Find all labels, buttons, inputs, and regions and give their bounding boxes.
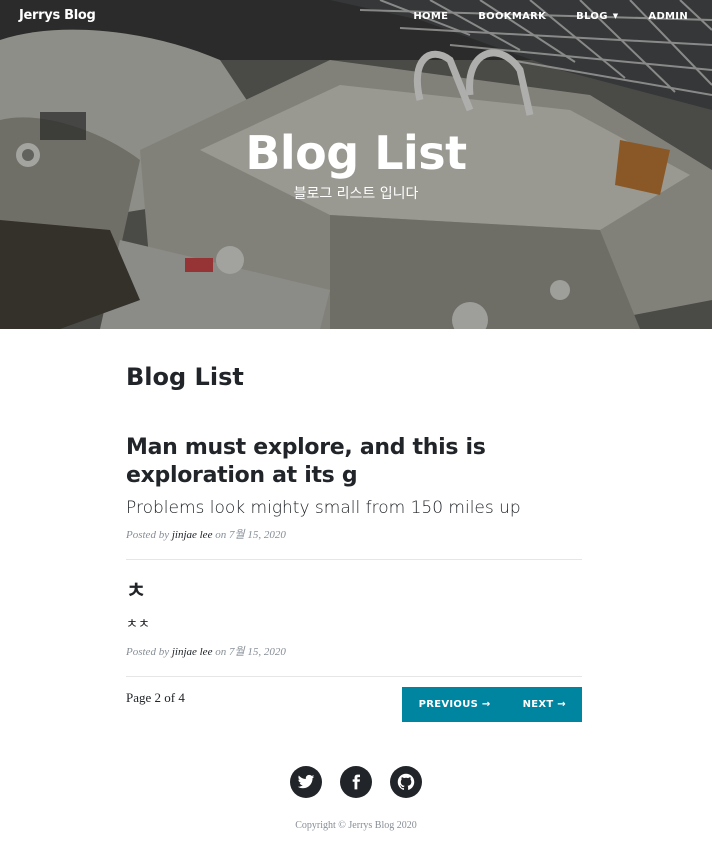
hero-subtitle: 블로그 리스트 입니다 — [293, 186, 419, 202]
facebook-icon — [352, 774, 360, 790]
post-meta-on: on — [215, 529, 227, 541]
nav-links: HOME BOOKMARK BLOG ▼ ADMIN — [383, 11, 688, 22]
pager-buttons: PREVIOUS → NEXT → — [401, 687, 582, 722]
pager: Page 2 of 4 PREVIOUS → NEXT → — [126, 677, 582, 737]
navbar: Jerrys Blog HOME BOOKMARK BLOG ▼ ADMIN — [0, 0, 712, 34]
twitter-icon — [297, 774, 315, 789]
post-subtitle: Problems look mighty small from 150 mile… — [126, 498, 521, 518]
github-button[interactable] — [390, 766, 422, 798]
post-meta-on: on — [215, 646, 227, 658]
post-title-link[interactable]: ㅊ — [126, 578, 582, 606]
post-meta-prefix: Posted by — [126, 529, 170, 541]
masthead: Jerrys Blog HOME BOOKMARK BLOG ▼ ADMIN Bl… — [0, 0, 712, 329]
social-links — [0, 766, 712, 798]
main-content: Blog List Man must explore, and this is … — [126, 329, 582, 737]
post-meta: Posted by jinjae lee on 7월 15, 2020 — [126, 643, 582, 659]
post-preview: ㅊ ㅊㅊ Posted by jinjae lee on 7월 15, 2020 — [126, 578, 582, 677]
page-count: Page 2 of 4 — [126, 690, 185, 705]
post-subtitle: ㅊㅊ — [126, 617, 150, 632]
nav-home-link[interactable]: HOME — [413, 11, 448, 22]
caret-down-icon: ▼ — [612, 12, 619, 20]
nav-admin-link[interactable]: ADMIN — [648, 11, 688, 22]
post-date: 7월 15, 2020 — [228, 529, 286, 541]
post-title-link[interactable]: Man must explore, and this is exploratio… — [126, 434, 582, 490]
github-icon — [397, 773, 415, 790]
copyright: Copyright © Jerrys Blog 2020 — [295, 820, 417, 831]
nav-bookmark-link[interactable]: BOOKMARK — [478, 11, 546, 22]
post-meta-prefix: Posted by — [126, 646, 170, 658]
hero-title: Blog List — [245, 126, 467, 180]
post-author-link[interactable]: jinjae lee — [172, 646, 213, 658]
facebook-button[interactable] — [340, 766, 372, 798]
nav-blog-dropdown[interactable]: BLOG ▼ — [576, 11, 618, 22]
page-heading: Blog List — [126, 363, 244, 391]
brand-link[interactable]: Jerrys Blog — [19, 8, 96, 23]
post-meta: Posted by jinjae lee on 7월 15, 2020 — [126, 526, 582, 542]
previous-button[interactable]: PREVIOUS → — [401, 687, 507, 722]
nav-blog-label: BLOG — [576, 11, 608, 22]
post-author-link[interactable]: jinjae lee — [172, 529, 213, 541]
post-preview: Man must explore, and this is exploratio… — [126, 434, 582, 560]
twitter-button[interactable] — [290, 766, 322, 798]
post-date: 7월 15, 2020 — [228, 646, 286, 658]
hero-heading: Blog List 블로그 리스트 입니다 — [0, 126, 712, 203]
footer: Copyright © Jerrys Blog 2020 — [0, 766, 712, 841]
next-button[interactable]: NEXT → — [506, 687, 582, 722]
